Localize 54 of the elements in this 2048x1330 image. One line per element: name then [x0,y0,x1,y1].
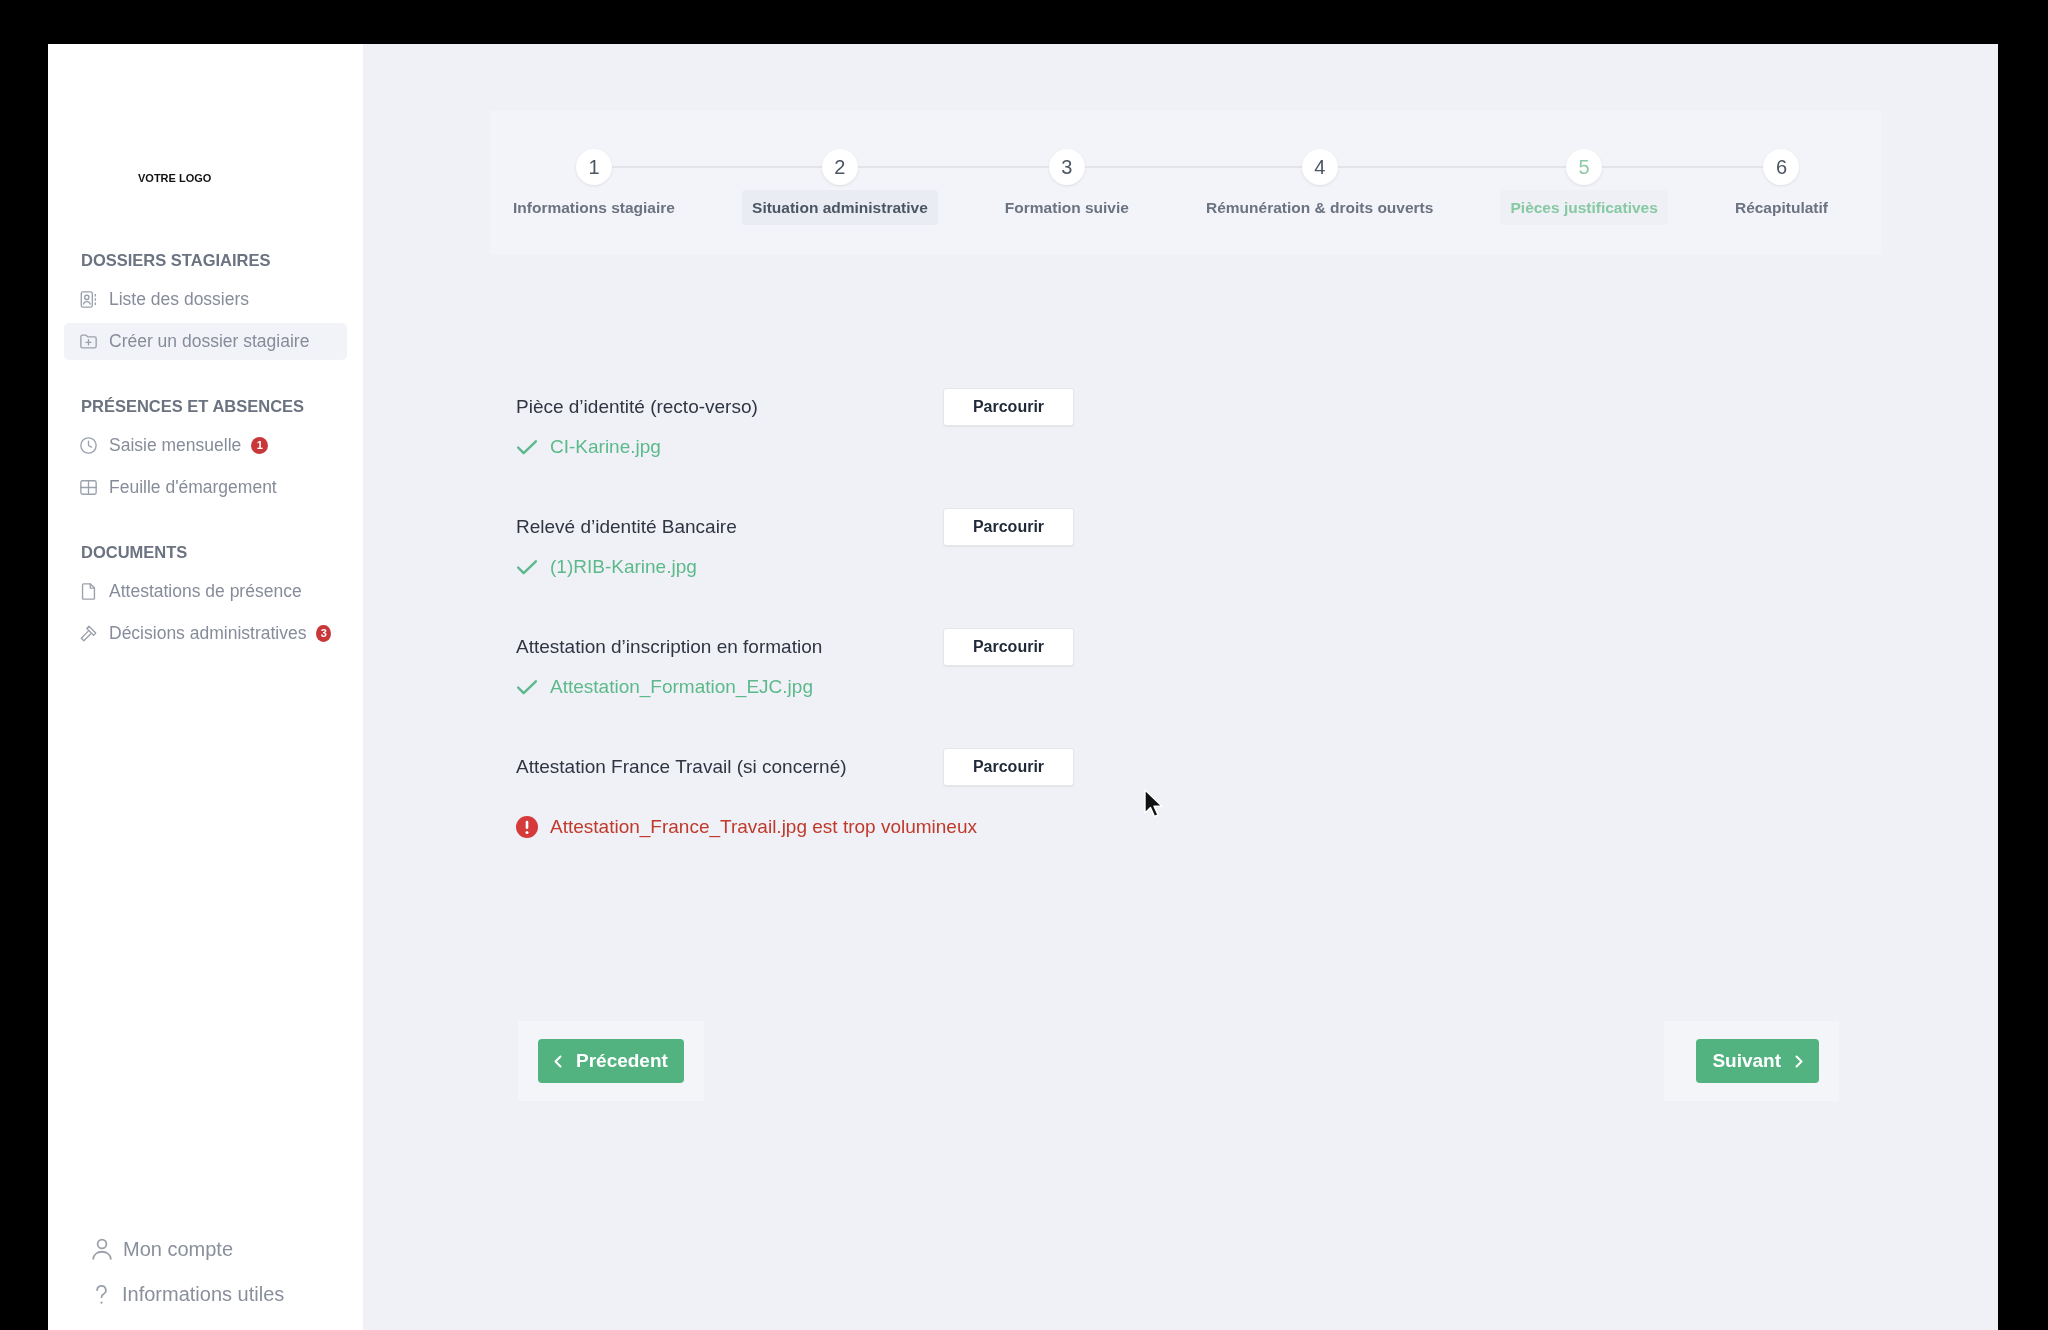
browse-button[interactable]: Parcourir [943,388,1074,426]
field-label: Attestation France Travail (si concerné) [516,754,848,779]
step-number: 6 [1763,149,1800,185]
error-message: Attestation_France_Travail.jpg est trop volumineux [550,816,977,838]
previous-button[interactable]: Précedent [538,1039,684,1083]
count-badge: 1 [251,437,269,454]
chevron-left-icon [554,1054,562,1068]
sidebar-link[interactable]: Attestations de présence [64,573,347,610]
step-number: 5 [1566,149,1603,185]
step-number: 4 [1301,149,1338,185]
check-icon [517,439,537,455]
field-label: Pièce d’identité (recto-verso) [516,394,759,419]
error-icon [516,816,538,838]
step-number: 3 [1048,149,1085,185]
user-icon [91,1238,113,1260]
file-name: (1)RIB-Karine.jpg [550,556,697,578]
file-name: CI-Karine.jpg [550,436,661,458]
logo-text: VOTRE LOGO [138,171,212,186]
field-label: Attestation d’inscription en formation [516,634,824,659]
contact-card-icon [80,291,97,308]
next-button[interactable]: Suivant [1696,1039,1819,1083]
browse-button[interactable]: Parcourir [943,748,1074,786]
sidebar-link[interactable]: Mon compte [91,1234,234,1264]
check-icon [517,559,537,575]
step-tab[interactable]: Récapitulatif [1724,190,1838,225]
browse-button[interactable]: Parcourir [943,628,1074,666]
hammer-icon [80,625,97,642]
step-number: 1 [575,149,612,185]
section-heading: DOCUMENTS [81,542,188,562]
chevron-right-icon [1795,1054,1803,1068]
step-tab[interactable]: Situation administrative [742,190,938,225]
sidebar-link[interactable]: Informations utiles [91,1279,285,1309]
clock-icon [80,437,97,454]
sidebar-link[interactable]: Liste des dossiers [64,281,347,318]
check-icon [517,679,537,695]
section-heading: DOSSIERS STAGIAIRES [81,250,271,270]
count-badge: 3 [316,625,331,642]
file-name: Attestation_Formation_EJC.jpg [550,676,813,698]
sidebar-link[interactable]: Feuille d'émargement [64,469,347,506]
sidebar-link[interactable]: Créer un dossier stagiaire [64,323,347,360]
browse-button[interactable]: Parcourir [943,508,1074,546]
grid-icon [80,479,97,496]
step-tab[interactable]: Rémunération & droits ouverts [1196,190,1444,225]
step-tab[interactable]: Formation suivie [994,190,1139,225]
folder-plus-icon [80,333,97,350]
section-heading: PRÉSENCES ET ABSENCES [81,396,305,416]
step-number: 2 [821,149,858,185]
help-icon [95,1283,108,1305]
mouse-pointer-icon [1144,789,1163,818]
sidebar-link[interactable]: Décisions administratives 3 [64,615,347,652]
field-label: Relevé d’identité Bancaire [516,514,738,539]
file-icon [80,583,97,600]
sidebar-link[interactable]: Saisie mensuelle 1 [64,427,347,464]
step-tab[interactable]: Informations stagiaire [503,190,685,225]
